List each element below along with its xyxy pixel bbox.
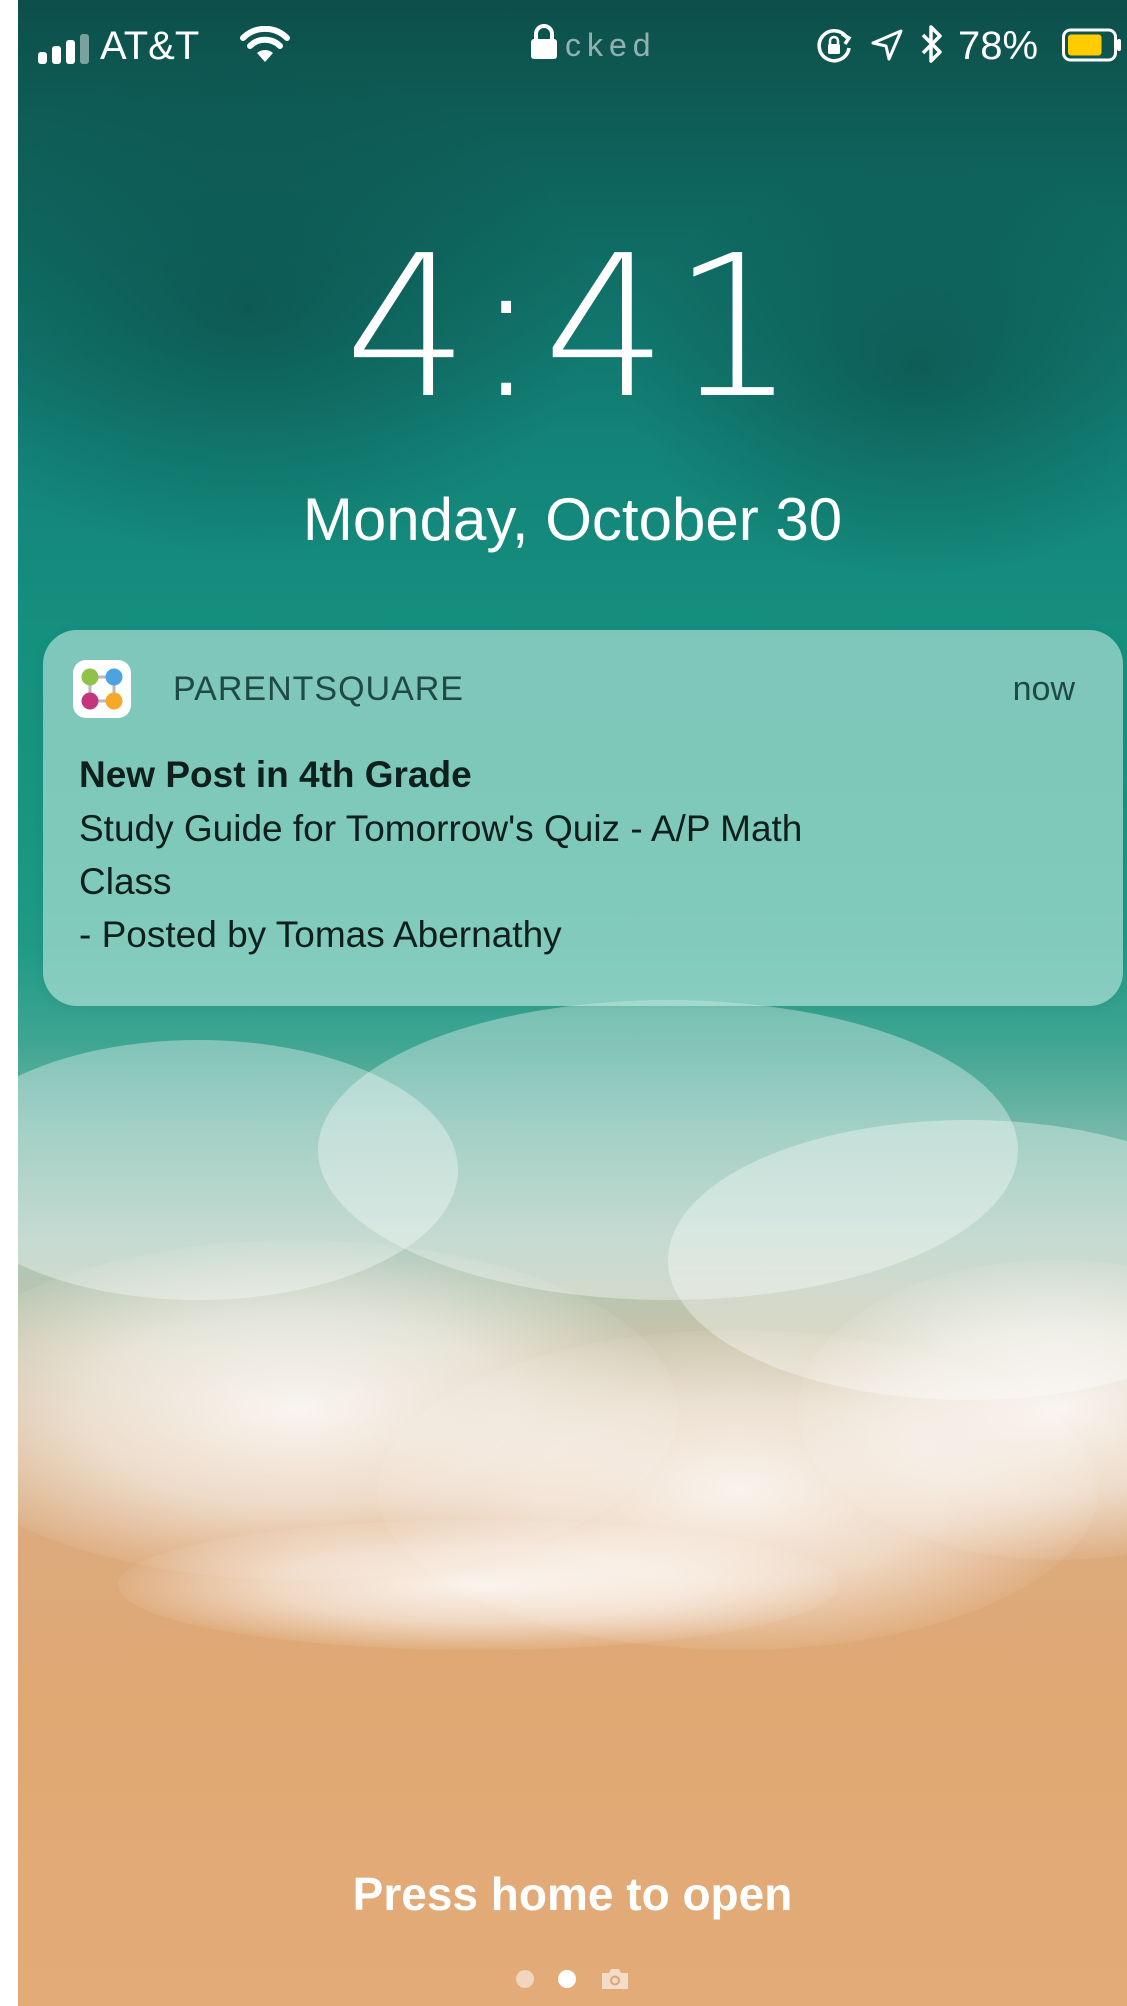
- press-home-hint: Press home to open: [352, 1868, 793, 1920]
- phone-screenshot: AT&T cked 78% 4:41 Monday, October 30 PA…: [0, 0, 1127, 2006]
- lock-screen-time: 4:41: [344, 214, 801, 442]
- notification-body-line: Study Guide for Tomorrow's Quiz - A/P Ma…: [79, 808, 803, 849]
- location-icon: [871, 29, 903, 61]
- lock-icon: [531, 24, 557, 59]
- status-bar: AT&T cked 78%: [18, 0, 1127, 92]
- notification-body: Study Guide for Tomorrow's Quiz - A/P Ma…: [79, 802, 1079, 961]
- notification-body-line: - Posted by Tomas Abernathy: [79, 914, 562, 955]
- camera-icon[interactable]: [600, 1967, 630, 1991]
- lock-status-text: cked: [565, 27, 657, 63]
- lock-screen-date: Monday, October 30: [302, 486, 843, 553]
- parentsquare-app-icon: [73, 660, 131, 718]
- signal-strength-icon: [38, 30, 89, 64]
- notification-title: New Post in 4th Grade: [79, 754, 472, 795]
- battery-percentage: 78%: [958, 24, 1039, 68]
- battery-icon: [1062, 28, 1121, 62]
- wallpaper-wave: [118, 1520, 838, 1650]
- notification-card[interactable]: PARENTSQUARE now New Post in 4th Grade S…: [43, 630, 1123, 1006]
- notification-app-name: PARENTSQUARE: [173, 670, 464, 708]
- notification-time: now: [1012, 670, 1075, 708]
- carrier-name: AT&T: [100, 24, 200, 68]
- page-dot-active[interactable]: [557, 1970, 576, 1988]
- wifi-icon: [240, 26, 290, 62]
- notification-body-line: Class: [79, 861, 172, 902]
- orientation-lock-icon: [817, 29, 852, 63]
- bluetooth-icon: [921, 25, 942, 63]
- lock-screen: AT&T cked 78% 4:41 Monday, October 30 PA…: [18, 0, 1127, 2006]
- page-indicator[interactable]: [18, 1964, 1127, 1994]
- page-dot[interactable]: [515, 1970, 534, 1988]
